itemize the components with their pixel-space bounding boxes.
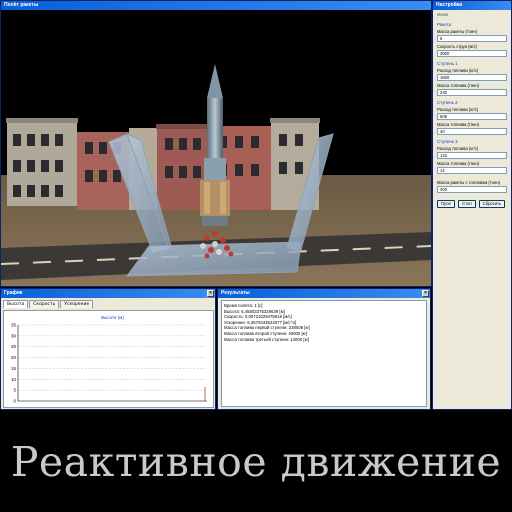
graph-titlebar[interactable]: График × bbox=[1, 289, 215, 298]
rocket-mass-input[interactable]: 6 bbox=[437, 35, 507, 42]
stage1-fuel-rate-label: Расход топлива (кг/с) bbox=[437, 68, 479, 73]
stage1-fuel-rate-input[interactable]: 1600 bbox=[437, 74, 507, 81]
stage2-fuel-mass-input[interactable]: 40 bbox=[437, 128, 507, 135]
graph-close-icon[interactable]: × bbox=[207, 290, 214, 297]
chart-y-tick-label: 20 bbox=[11, 355, 17, 360]
stage1-fuel-mass-input[interactable]: 240 bbox=[437, 89, 507, 96]
stage2-fuel-rate-label: Расход топлива (кг/с) bbox=[437, 107, 479, 112]
result-stage3-fuel: Масса топлива третьей ступени: 14000 [кг… bbox=[224, 336, 310, 342]
tab-height[interactable]: Высота bbox=[3, 300, 29, 308]
stage3-fuel-rate-input[interactable]: 132 bbox=[437, 152, 507, 159]
rocket-scene bbox=[1, 10, 431, 286]
chart-y-tick-label: 15 bbox=[11, 366, 17, 371]
graph-area: Высота (м) 35 30 25 20 15 10 5 0 bbox=[3, 310, 214, 408]
results-window: Результаты × Время полёта: 1 [с] Высота:… bbox=[217, 288, 431, 410]
settings-panel: Настройки Меню Ракета Масса ракеты (тонн… bbox=[432, 0, 512, 410]
graph-tabs: Высота Скорость Ускорение bbox=[3, 300, 213, 308]
stage3-fuel-mass-label: Масса топлива (тонн) bbox=[437, 161, 480, 166]
stage1-group-title: Ступень 1 bbox=[437, 61, 458, 66]
chart-y-tick-label: 35 bbox=[11, 323, 17, 328]
stage2-group-title: Ступень 2 bbox=[437, 100, 458, 105]
chart-y-tick-label: 0 bbox=[13, 399, 16, 404]
exhaust-speed-label: Скорость струи (м/с) bbox=[437, 44, 478, 49]
chart-y-tick-label: 30 bbox=[11, 333, 17, 338]
settings-title: Настройки bbox=[436, 2, 463, 8]
main-window-titlebar[interactable]: Полёт ракеты bbox=[1, 1, 431, 10]
graph-window: График × Высота Скорость Ускорение Высот… bbox=[0, 288, 216, 410]
caption: Реактивное движение bbox=[10, 438, 502, 486]
rocket-group-title: Ракета bbox=[437, 22, 451, 27]
main-window: Полёт ракеты bbox=[0, 0, 432, 287]
buildings bbox=[6, 118, 320, 210]
stage2-fuel-mass-label: Масса топлива (тонн) bbox=[437, 122, 480, 127]
stop-button[interactable]: Стоп bbox=[458, 200, 476, 208]
settings-titlebar[interactable]: Настройки bbox=[433, 1, 511, 10]
results-textbox[interactable]: Время полёта: 1 [с] Высота: 6,4580337532… bbox=[221, 300, 427, 407]
stage1-fuel-mass-label: Масса топлива (тонн) bbox=[437, 83, 480, 88]
stage3-fuel-rate-label: Расход топлива (кг/с) bbox=[437, 146, 479, 151]
chart-title: Высота (м) bbox=[101, 315, 124, 320]
rocket-mass-label: Масса ракеты (тонн) bbox=[437, 29, 477, 34]
height-chart: Высота (м) 35 30 25 20 15 10 5 0 bbox=[11, 315, 207, 404]
chart-y-tick-label: 10 bbox=[11, 377, 17, 382]
total-mass-input[interactable]: 300 bbox=[437, 186, 507, 193]
stage3-group-title: Ступень 3 bbox=[437, 139, 458, 144]
tab-speed[interactable]: Скорость bbox=[29, 300, 60, 308]
results-titlebar[interactable]: Результаты × bbox=[218, 289, 430, 298]
stage3-fuel-mass-input[interactable]: 14 bbox=[437, 167, 507, 174]
graph-title: График bbox=[4, 290, 23, 296]
chart-y-tick-label: 25 bbox=[11, 344, 17, 349]
settings-tab[interactable]: Меню bbox=[437, 12, 507, 17]
main-window-title: Полёт ракеты bbox=[4, 2, 39, 8]
launch-pad bbox=[125, 241, 302, 277]
chart-y-tick-label: 5 bbox=[13, 388, 16, 393]
reset-button[interactable]: Сбросить bbox=[478, 200, 506, 208]
start-button[interactable]: Пуск! bbox=[437, 200, 456, 208]
exhaust-speed-input[interactable]: 3000 bbox=[437, 50, 507, 57]
stage2-fuel-rate-input[interactable]: 508 bbox=[437, 113, 507, 120]
total-mass-label: Масса ракеты с топливом (тонн) bbox=[437, 180, 501, 185]
3d-viewport[interactable] bbox=[1, 10, 431, 286]
tab-acceleration[interactable]: Ускорение bbox=[60, 300, 94, 308]
results-close-icon[interactable]: × bbox=[422, 290, 429, 297]
results-title: Результаты bbox=[221, 290, 250, 296]
